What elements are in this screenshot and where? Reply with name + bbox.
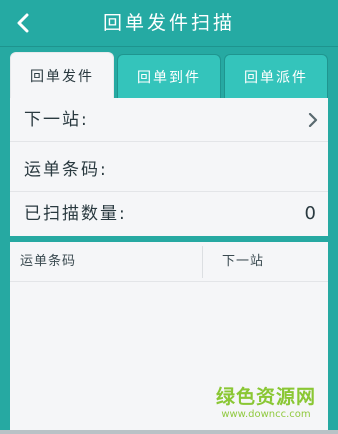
bottom-edge	[0, 430, 338, 434]
back-arrow-icon	[17, 13, 29, 33]
scanned-count-row: 已扫描数量: 0	[10, 192, 328, 236]
scan-form-panel: 下一站: 运单条码: 已扫描数量: 0	[10, 98, 328, 236]
tab-return-delivery[interactable]: 回单派件	[224, 54, 328, 98]
tab-bar: 回单发件 回单到件 回单派件	[10, 52, 328, 98]
column-waybill: 运单条码	[20, 254, 77, 269]
list-header: 运单条码 下一站	[10, 242, 328, 282]
column-next-station: 下一站	[222, 254, 265, 269]
next-station-row[interactable]: 下一站:	[10, 98, 328, 142]
page-title: 回单发件扫描	[102, 12, 235, 34]
back-button[interactable]	[0, 0, 46, 46]
watermark-text: 绿色资源网	[215, 386, 316, 408]
watermark-logo: 绿色资源网 www.downcc.com	[216, 382, 316, 420]
scan-list: 运单条码 下一站 绿色资源网 www.downcc.com	[10, 242, 328, 430]
app-header: 回单发件扫描	[0, 0, 338, 47]
waybill-row[interactable]: 运单条码:	[10, 148, 328, 192]
tab-return-arrival[interactable]: 回单到件	[117, 54, 221, 98]
chevron-right-icon	[308, 113, 318, 127]
next-station-label: 下一站:	[24, 110, 89, 130]
waybill-label: 运单条码:	[24, 160, 108, 180]
column-divider	[202, 246, 203, 278]
scanned-count-label: 已扫描数量:	[24, 204, 127, 224]
watermark-url: www.downcc.com	[221, 409, 311, 420]
scanned-count-value: 0	[304, 203, 316, 224]
tab-return-dispatch[interactable]: 回单发件	[10, 52, 114, 98]
